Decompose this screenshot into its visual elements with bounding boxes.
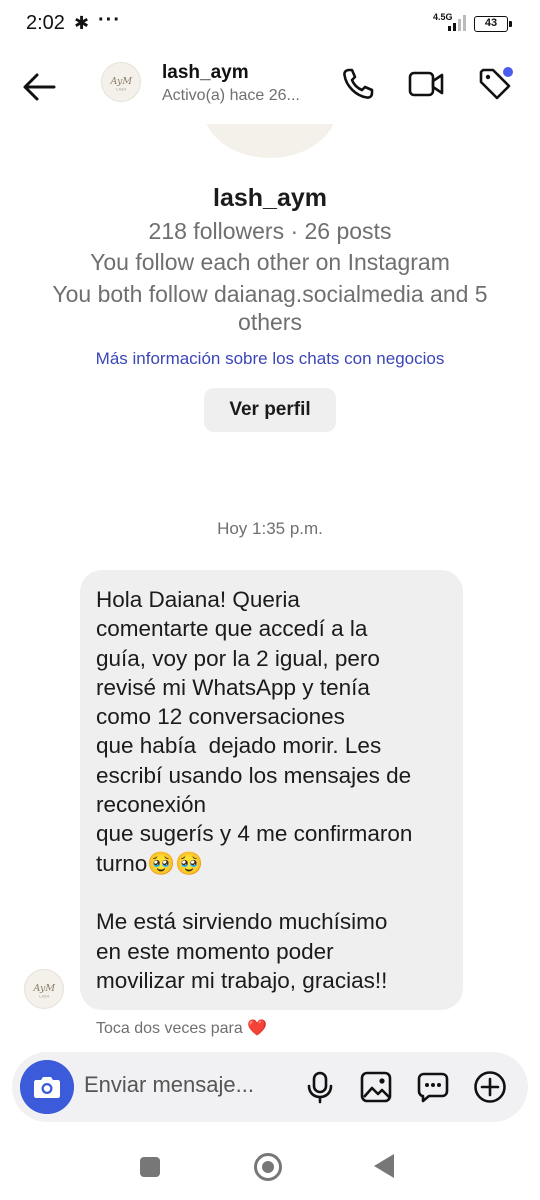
camera-icon[interactable] <box>20 1060 74 1114</box>
status-bar: 2:02 ✱ ··· 4.5G 43 <box>0 0 540 48</box>
phone-icon[interactable] <box>338 64 378 104</box>
tag-icon[interactable] <box>476 64 516 104</box>
svg-text:LASH: LASH <box>116 87 126 92</box>
header-activity-status: Activo(a) hace 26... <box>162 87 300 104</box>
header-avatar[interactable]: AyM LASH <box>101 62 141 102</box>
slack-icon: ✱ <box>74 13 90 33</box>
double-tap-text: Toca dos veces para <box>96 1020 243 1037</box>
mutual-followers: You both follow daianag.socialmedia and … <box>52 281 488 335</box>
message-input[interactable]: Enviar mensaje... <box>84 1072 254 1098</box>
back-arrow-icon[interactable] <box>18 66 60 108</box>
system-back-button[interactable] <box>374 1154 394 1178</box>
message-composer: Enviar mensaje... <box>12 1052 528 1122</box>
add-icon[interactable] <box>472 1069 508 1105</box>
recent-apps-button[interactable] <box>140 1157 160 1177</box>
view-profile-button[interactable]: Ver perfil <box>204 388 336 432</box>
gallery-icon[interactable] <box>358 1069 394 1105</box>
sender-avatar[interactable]: AyM LASH <box>24 969 64 1009</box>
video-call-icon[interactable] <box>406 64 446 104</box>
sticker-icon[interactable] <box>415 1069 451 1105</box>
svg-text:AyM: AyM <box>33 983 56 994</box>
chat-header: AyM LASH lash_aym Activo(a) hace 26... <box>0 48 540 124</box>
signal-icon <box>448 15 466 31</box>
home-button[interactable] <box>254 1153 282 1181</box>
svg-text:AyM: AyM <box>110 76 133 87</box>
business-chats-info-link[interactable]: Más información sobre los chats con nego… <box>0 349 540 369</box>
microphone-icon[interactable] <box>302 1069 338 1105</box>
svg-text:LASH: LASH <box>39 994 49 999</box>
follow-status: You follow each other on Instagram <box>90 249 450 275</box>
double-tap-hint: Toca dos veces para ❤️ <box>96 1018 267 1038</box>
profile-stats: 218 followers · 26 posts <box>148 218 392 244</box>
heart-icon: ❤️ <box>247 1020 268 1037</box>
system-nav-bar <box>0 1140 540 1200</box>
status-more: ··· <box>98 9 121 31</box>
profile-name: lash_aym <box>213 184 327 212</box>
battery-indicator: 43 <box>474 16 512 32</box>
header-username[interactable]: lash_aym <box>162 62 249 84</box>
message-bubble[interactable]: Hola Daiana! Queria comentarte que acced… <box>80 570 463 1010</box>
message-timestamp: Hoy 1:35 p.m. <box>217 519 323 538</box>
status-time: 2:02 <box>26 12 65 34</box>
